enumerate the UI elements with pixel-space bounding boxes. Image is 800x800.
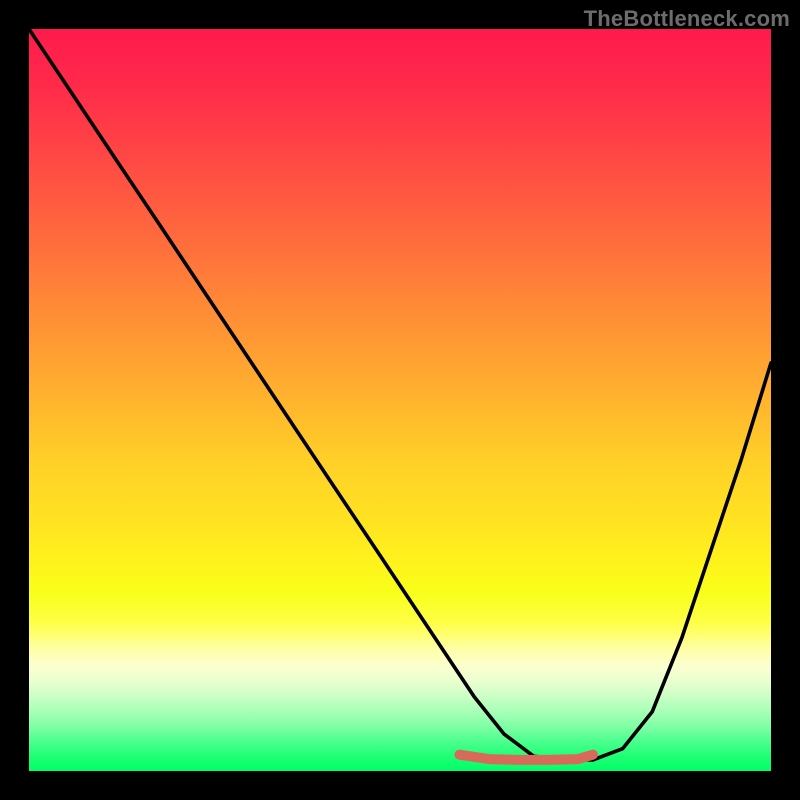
bottleneck-curve <box>29 29 771 760</box>
curve-layer <box>29 29 771 771</box>
plot-area <box>29 29 771 771</box>
chart-container: TheBottleneck.com <box>0 0 800 800</box>
optimal-band-marker <box>459 755 593 760</box>
watermark-text: TheBottleneck.com <box>584 6 790 32</box>
